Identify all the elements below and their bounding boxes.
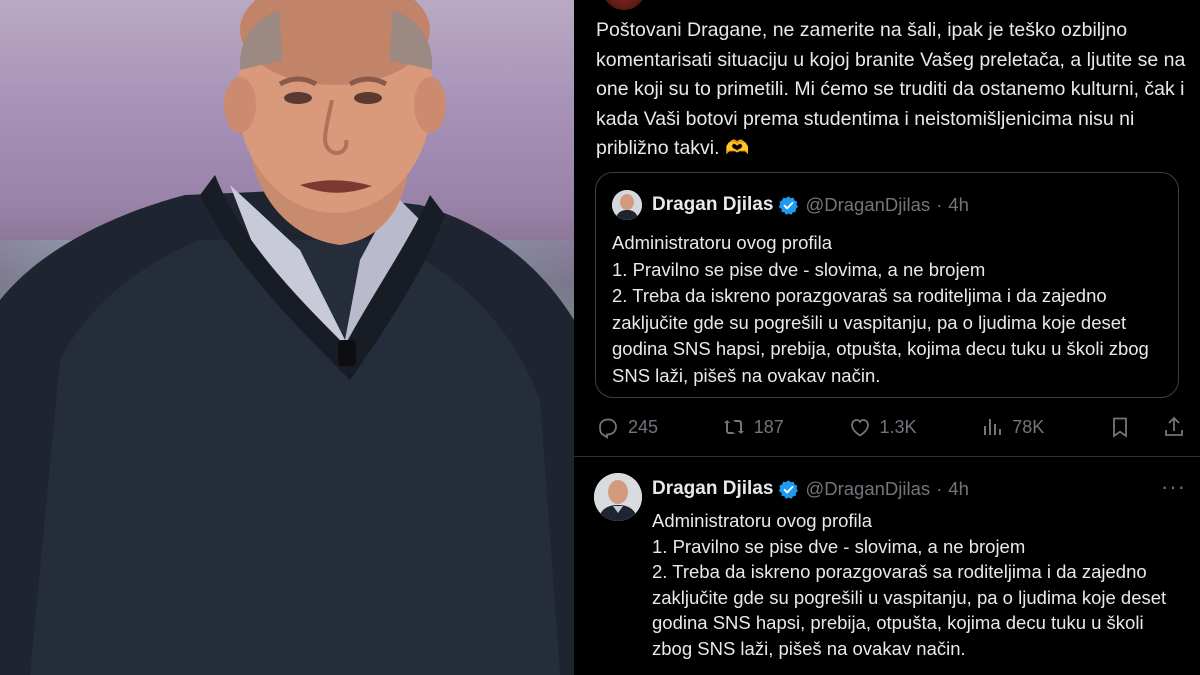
reply-body: Administratoru ovog profila 1. Pravilno … — [652, 508, 1184, 661]
quoted-line: Administratoru ovog profila — [612, 232, 833, 253]
quoted-author-handle[interactable]: @DraganDjilas — [805, 194, 930, 216]
share-button[interactable] — [1162, 415, 1186, 439]
views-count: 78K — [1012, 416, 1045, 437]
views-button[interactable]: 78K — [980, 415, 1044, 439]
reply-line: 1. Pravilno se pise dve - slovima, a ne … — [652, 535, 1026, 557]
repost-count: 187 — [753, 416, 784, 437]
quoted-line: 2. Treba da iskreno porazgovaraš sa rodi… — [612, 285, 1149, 386]
post-text-body: Poštovani Dragane, ne zamerite na šali, … — [596, 19, 1186, 159]
quoted-author-name[interactable]: Dragan Djilas — [652, 194, 773, 216]
separator-dot: · — [936, 194, 943, 215]
author-avatar[interactable] — [602, 0, 646, 10]
verified-badge-icon — [779, 479, 799, 499]
person-photo — [0, 0, 574, 675]
reply-icon — [599, 418, 617, 439]
reply-author-handle[interactable]: @DraganDjilas — [805, 478, 930, 500]
quoted-author-avatar[interactable] — [612, 190, 642, 220]
reply-count: 245 — [628, 416, 659, 437]
bookmark-icon — [1113, 417, 1127, 438]
like-icon — [850, 419, 869, 437]
quoted-tweet-body: Administratoru ovog profila 1. Pravilno … — [612, 230, 1168, 389]
separator-dot: · — [936, 478, 943, 499]
reply-author-avatar[interactable] — [594, 473, 642, 521]
divider — [574, 456, 1200, 457]
quoted-tweet-header: Dragan Djilas @DraganDjilas · 4h — [612, 190, 969, 220]
tweet-action-bar: 245 187 1.3K 78K — [596, 410, 1186, 444]
quoted-tweet[interactable]: Dragan Djilas @DraganDjilas · 4h Adminis… — [595, 172, 1179, 398]
portrait-illustration — [0, 0, 574, 675]
reply-line: Administratoru ovog profila — [652, 510, 873, 531]
like-count: 1.3K — [879, 416, 917, 437]
reply-header: Dragan Djilas @DraganDjilas · 4h — [652, 476, 969, 502]
repost-button[interactable]: 187 — [722, 415, 784, 439]
like-button[interactable]: 1.3K — [848, 415, 917, 439]
post-text: Poštovani Dragane, ne zamerite na šali, … — [596, 16, 1186, 164]
quoted-timestamp[interactable]: 4h — [948, 194, 969, 216]
repost-icon — [723, 420, 744, 434]
tweet-feed: Poštovani Dragane, ne zamerite na šali, … — [574, 0, 1200, 675]
reply-button[interactable]: 245 — [596, 415, 658, 439]
more-icon[interactable]: ··· — [1161, 474, 1186, 500]
reply-author-name[interactable]: Dragan Djilas — [652, 478, 773, 500]
quoted-line: 1. Pravilno se pise dve - slovima, a ne … — [612, 258, 986, 280]
reply-line: 2. Treba da iskreno porazgovaraš sa rodi… — [652, 561, 1167, 659]
hands-heart-emoji: 🫶 — [724, 137, 750, 159]
share-icon — [1165, 416, 1183, 436]
verified-badge-icon — [779, 195, 799, 215]
views-icon — [984, 419, 1002, 435]
bookmark-button[interactable] — [1108, 415, 1132, 439]
reply-timestamp[interactable]: 4h — [948, 478, 969, 500]
